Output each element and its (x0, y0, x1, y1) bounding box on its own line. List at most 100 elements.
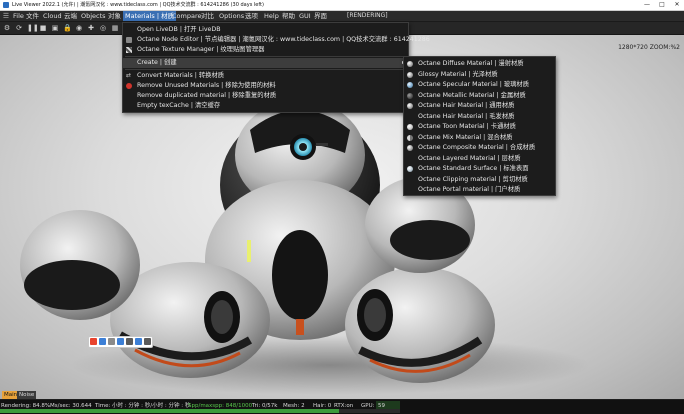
app-icon (3, 2, 9, 8)
menu-item-label: Octane Node Editor | 节点编辑器 | 潮氪网汉化 : www… (137, 36, 430, 43)
lock-icon[interactable]: 🔒 (63, 24, 72, 32)
region-icon[interactable]: ▣ (51, 24, 59, 32)
menu-item-label: Octane Texture Manager | 纹理贴图管理器 (137, 46, 265, 53)
submenu-item-label: Octane Clipping material | 剪切材质 (418, 175, 528, 183)
submenu-item-label: Octane Toon Material | 卡通材质 (418, 123, 516, 130)
menu-bar: ☰ File 文件 Cloud 云端 Objects 对象 Materials … (0, 11, 684, 22)
pause-icon[interactable]: ❚❚ (27, 24, 39, 32)
submenu-item-label: Octane Portal material | 门户材质 (418, 186, 521, 193)
menu-cloud[interactable]: Cloud (41, 11, 64, 21)
create-toon-material[interactable]: Octane Toon Material | 卡通材质 (404, 122, 555, 132)
render-progress-fill (0, 409, 340, 413)
menu-objects[interactable]: Objects (79, 11, 108, 21)
metallic-material-icon (407, 92, 413, 99)
menu-item-label: Convert Materials | 转换材质 (137, 72, 225, 79)
settings-icon[interactable]: ⚙ (3, 24, 11, 32)
create-standard-surface[interactable]: Octane Standard Surface | 标准表面 (404, 164, 555, 174)
create-submenu: Octane Diffuse Material | 漫射材质 Glossy Ma… (403, 56, 556, 196)
composite-material-icon (407, 145, 413, 151)
menu-gui-cn[interactable]: 界面 (312, 11, 329, 21)
menu-convert-materials[interactable]: ⇄ Convert Materials | 转换材质 (123, 71, 408, 81)
refresh-icon[interactable]: ⟳ (15, 24, 23, 32)
menu-item-label: Create | 创建 (137, 59, 177, 66)
menu-separator (125, 56, 406, 57)
menu-file-cn[interactable]: 文件 (24, 11, 41, 21)
create-mix-material[interactable]: Octane Mix Material | 混合材质 (404, 133, 555, 143)
menu-options[interactable]: Options (217, 11, 246, 21)
ime-toolbar[interactable] (88, 336, 153, 348)
menu-gui[interactable]: GUI (297, 11, 313, 21)
submenu-item-label: Octane Specular Material | 玻璃材质 (418, 81, 530, 88)
camera-icon[interactable]: ◉ (75, 24, 83, 32)
ime-skin-icon[interactable] (135, 338, 142, 345)
minimize-button[interactable]: — (640, 0, 654, 10)
submenu-item-label: Octane Layered Material | 层材质 (418, 154, 521, 162)
submenu-item-label: Octane Composite Material | 合成材质 (418, 144, 536, 151)
submenu-item-label: Octane Hair Material | 通用材质 (418, 102, 515, 109)
create-composite-material[interactable]: Octane Composite Material | 合成材质 (404, 143, 555, 153)
remove-icon (126, 83, 132, 89)
menu-help-cn[interactable]: 帮助 (280, 11, 297, 21)
create-portal-material[interactable]: Octane Portal material | 门户材质 (404, 185, 555, 195)
submenu-item-label: Octane Metallic Material | 金属材质 (418, 91, 526, 99)
standard-surface-icon (407, 166, 413, 172)
grid-icon[interactable]: ▦ (111, 24, 119, 32)
node-editor-icon (126, 37, 132, 43)
ime-menu-icon[interactable] (144, 338, 151, 345)
focus-icon[interactable]: ◎ (99, 24, 107, 32)
menu-materials[interactable]: Materials | 材质 (123, 11, 177, 21)
ime-keyboard-icon[interactable] (126, 338, 133, 345)
create-specular-material[interactable]: Octane Specular Material | 玻璃材质 (404, 80, 555, 90)
menu-objects-cn[interactable]: 对象 (106, 11, 123, 21)
create-glossy-material[interactable]: Glossy Material | 光泽材质 (404, 70, 555, 80)
ime-logo-icon[interactable] (90, 338, 97, 345)
menu-item-label: Remove Unused Materials | 移除为使用的材料 (137, 82, 276, 89)
submenu-item-label: Octane Diffuse Material | 漫射材质 (418, 60, 524, 67)
window-title: Live Viewer 2022.1 (允许) | 潮氪网汉化 : www.ti… (12, 2, 264, 8)
title-bar: Live Viewer 2022.1 (允许) | 潮氪网汉化 : www.ti… (0, 0, 684, 11)
menu-empty-texcache[interactable]: Empty texCache | 清空缓存 (123, 101, 408, 111)
glossy-material-icon (407, 71, 413, 78)
submenu-item-label: Octane Hair Material | 毛发材质 (418, 112, 515, 120)
menu-texture-manager[interactable]: Octane Texture Manager | 纹理贴图管理器 (123, 45, 408, 55)
menu-toggle-icon[interactable]: ☰ (2, 12, 10, 20)
render-progress-bar (0, 409, 400, 413)
specular-material-icon (407, 82, 413, 88)
close-button[interactable]: ✕ (670, 0, 684, 10)
create-clipping-material[interactable]: Octane Clipping material | 剪切材质 (404, 175, 555, 185)
menu-node-editor[interactable]: Octane Node Editor | 节点编辑器 | 潮氪网汉化 : www… (123, 35, 430, 45)
create-layered-material[interactable]: Octane Layered Material | 层材质 (404, 154, 555, 164)
create-metallic-material[interactable]: Octane Metallic Material | 金属材质 (404, 91, 555, 101)
submenu-item-label: Octane Mix Material | 混合材质 (418, 133, 513, 141)
materials-dropdown: Open LiveDB | 打开 LiveDB Octane Node Edit… (122, 22, 430, 113)
create-hair-material[interactable]: Octane Hair Material | 毛发材质 (404, 112, 555, 122)
menu-remove-unused[interactable]: Remove Unused Materials | 移除为使用的材料 (123, 81, 408, 91)
menu-open-livedb[interactable]: Open LiveDB | 打开 LiveDB (123, 25, 408, 35)
mix-material-icon (407, 134, 413, 141)
ime-punct-icon[interactable] (108, 338, 115, 345)
menu-options-cn[interactable]: 选项 (243, 11, 260, 21)
submenu-item-label: Octane Standard Surface | 标准表面 (418, 165, 529, 172)
diffuse-material-icon (407, 61, 413, 67)
universal-material-icon (407, 103, 413, 109)
menu-cloud-cn[interactable]: 云端 (62, 11, 79, 21)
texture-manager-icon (126, 47, 132, 53)
menu-help[interactable]: Help (262, 11, 281, 21)
stop-icon[interactable]: ■ (39, 24, 47, 32)
ime-mic-icon[interactable] (117, 338, 124, 345)
create-universal-material[interactable]: Octane Hair Material | 通用材质 (404, 101, 555, 111)
ime-lang-icon[interactable] (99, 338, 106, 345)
menu-item-label: Open LiveDB | 打开 LiveDB (137, 26, 221, 33)
toon-material-icon (407, 124, 413, 130)
menu-item-label: Remove duplicated material | 移除重复的材质 (137, 92, 277, 99)
menu-compare-cn[interactable]: 对比 (199, 11, 216, 21)
maximize-button[interactable]: □ (655, 0, 669, 10)
menu-remove-duplicated[interactable]: Remove duplicated material | 移除重复的材质 (123, 91, 408, 101)
menu-create[interactable]: Create | 创建 ▸ (123, 58, 408, 68)
tab-noise[interactable]: Noise (17, 391, 37, 399)
menu-separator (125, 69, 406, 70)
render-state-label: [RENDERING] (347, 12, 388, 19)
menu-item-label: Empty texCache | 清空缓存 (137, 102, 221, 109)
picker-icon[interactable]: ✚ (87, 24, 95, 32)
create-diffuse-material[interactable]: Octane Diffuse Material | 漫射材质 (404, 59, 555, 69)
